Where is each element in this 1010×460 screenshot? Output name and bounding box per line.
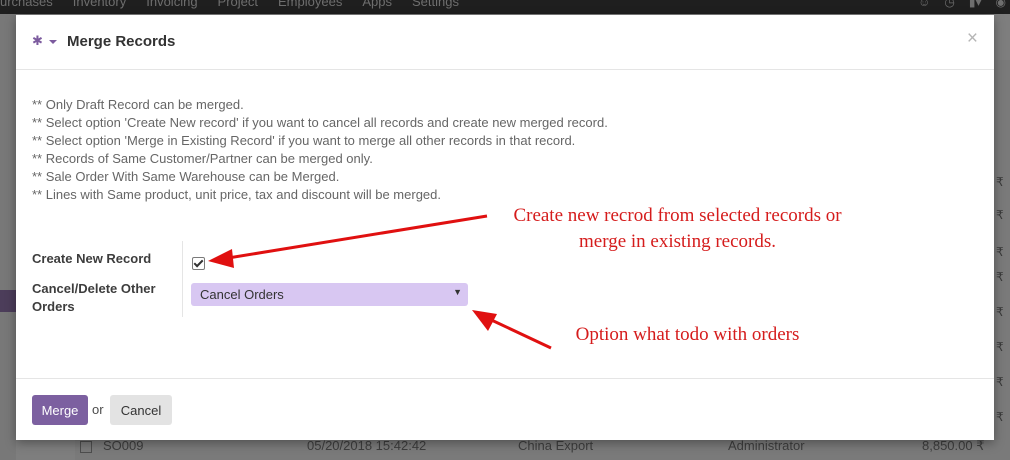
background-sidebar-selected <box>0 290 16 312</box>
background-sidebar <box>0 14 16 460</box>
note-line: ** Select option 'Merge in Existing Reco… <box>32 133 576 148</box>
note-line: ** Records of Same Customer/Partner can … <box>32 151 373 166</box>
avatar[interactable]: ◉ <box>996 0 1006 9</box>
note-line: ** Select option 'Create New record' if … <box>32 115 608 130</box>
select-value: Cancel Orders <box>200 287 284 302</box>
or-text: or <box>92 402 104 417</box>
create-new-record-label: Create New Record <box>32 251 152 266</box>
annotation-line: merge in existing records. <box>579 231 776 252</box>
modal-header: ✱ Merge Records × <box>16 15 994 70</box>
create-new-record-checkbox[interactable] <box>192 257 205 270</box>
row-checkbox[interactable] <box>80 441 92 453</box>
menu-item-invoicing[interactable]: Invoicing <box>146 0 197 9</box>
company-icon[interactable]: ▮▾ <box>969 0 982 9</box>
annotation-line: Create new recrod from selected records … <box>513 205 842 226</box>
background-amount-column: ₹ ₹ ₹ ₹ ₹ ₹ ₹ ₹ <box>994 60 1010 460</box>
menu-item-apps[interactable]: Apps <box>362 0 392 9</box>
currency-mark: ₹ <box>996 175 1004 189</box>
chat-icon[interactable]: ☺ <box>918 0 930 9</box>
table-row[interactable]: SO009 05/20/2018 15:42:42 China Export A… <box>75 438 1010 460</box>
currency-mark: ₹ <box>996 270 1004 284</box>
menu-item-inventory[interactable]: Inventory <box>73 0 126 9</box>
currency-mark: ₹ <box>996 410 1004 424</box>
note-line: ** Lines with Same product, unit price, … <box>32 187 441 202</box>
currency-mark: ₹ <box>996 305 1004 319</box>
top-menu: urchases Inventory Invoicing Project Emp… <box>0 0 459 9</box>
cancel-delete-label: Cancel/Delete Other Orders <box>32 280 156 316</box>
currency-mark: ₹ <box>996 208 1004 222</box>
dropdown-arrow-icon: ▼ <box>453 287 462 297</box>
menu-item-project[interactable]: Project <box>218 0 258 9</box>
top-right-icons: ☺ ◷ ▮▾ ◉ <box>918 0 1006 9</box>
field-separator <box>182 241 183 317</box>
cancel-delete-label-line: Cancel/Delete Other <box>32 281 156 296</box>
note-line: ** Only Draft Record can be merged. <box>32 97 244 112</box>
merge-button[interactable]: Merge <box>32 395 88 425</box>
currency-mark: ₹ <box>996 245 1004 259</box>
currency-mark: ₹ <box>996 340 1004 354</box>
currency-mark: ₹ <box>996 375 1004 389</box>
cancel-button[interactable]: Cancel <box>110 395 172 425</box>
annotation-create-new: Create new recrod from selected records … <box>495 203 860 255</box>
annotation-option: Option what todo with orders <box>575 324 800 345</box>
menu-item-settings[interactable]: Settings <box>412 0 459 9</box>
merge-notes: ** Only Draft Record can be merged. ** S… <box>32 96 608 204</box>
bug-icon[interactable]: ✱ <box>32 34 46 48</box>
note-line: ** Sale Order With Same Warehouse can be… <box>32 169 340 184</box>
modal-footer: Merge or Cancel <box>16 378 994 441</box>
menu-item-employees[interactable]: Employees <box>278 0 342 9</box>
activity-icon[interactable]: ◷ <box>944 0 954 9</box>
close-icon[interactable]: × <box>967 28 978 50</box>
top-navbar: urchases Inventory Invoicing Project Emp… <box>0 0 1010 14</box>
cancel-orders-select[interactable]: Cancel Orders ▼ <box>191 283 468 306</box>
modal-title: Merge Records <box>67 33 176 50</box>
menu-item-purchases[interactable]: urchases <box>0 0 53 9</box>
cancel-delete-label-line: Orders <box>32 299 75 314</box>
caret-down-icon[interactable] <box>49 40 57 44</box>
